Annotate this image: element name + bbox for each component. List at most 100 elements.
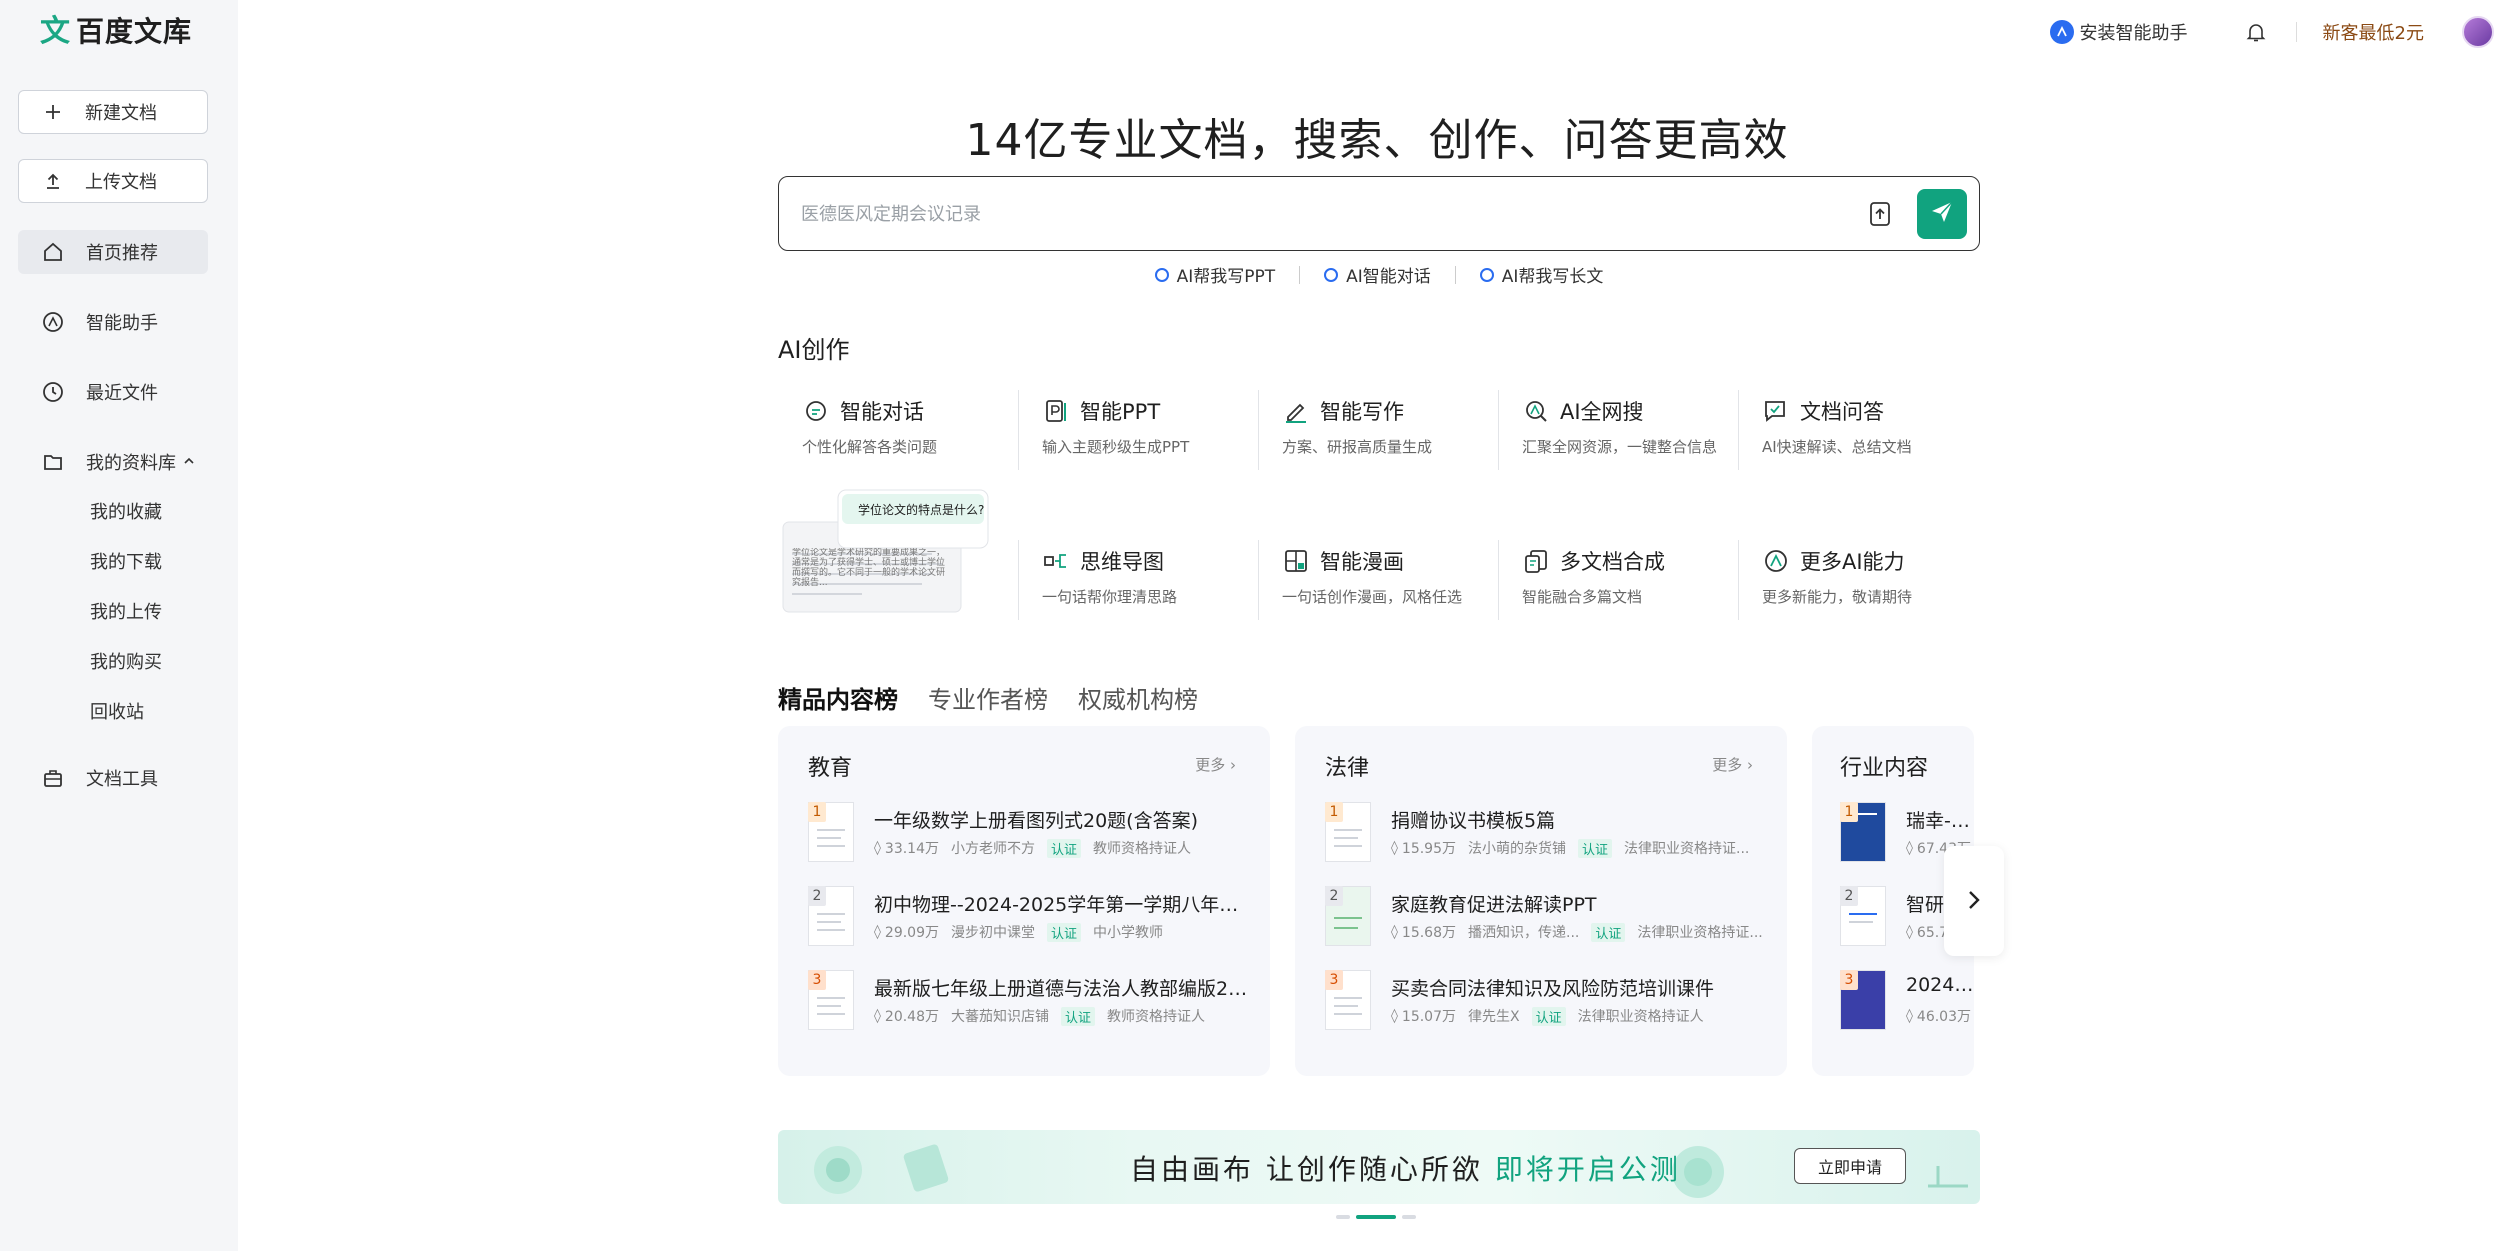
quick-link-chat[interactable]: AI智能对话 <box>1300 262 1455 287</box>
cert-badge: 认证 <box>1047 922 1082 942</box>
ai-chat-preview[interactable]: 学位论文的特点是什么? 学位论文是学术研究的重要成果之一，通常是为了获得学士、硕… <box>782 484 992 614</box>
ai-card-chat[interactable]: 智能对话 个性化解答各类问题 <box>778 384 1002 480</box>
list-item[interactable]: 2 初中物理--2024-2025学年第一学期八年级... ◊ 29.09万 漫… <box>808 886 1254 958</box>
ai-card-desc: 更多新能力，敬请期待 <box>1762 588 1913 606</box>
carousel-dot[interactable] <box>1402 1215 1416 1219</box>
nav-item-home[interactable]: 首页推荐 <box>18 230 208 274</box>
list-item[interactable]: 3 买卖合同法律知识及风险防范培训课件 ◊ 15.07万 律先生X 认证 法律职… <box>1325 970 1765 1042</box>
cert-badge: 认证 <box>1591 922 1626 942</box>
doc-meta: ◊ 15.95万 法小萌的杂货铺 认证 法律职业资格持证... <box>1391 838 1749 858</box>
list-item[interactable]: 2 家庭教育促进法解读PPT ◊ 15.68万 播洒知识，传递... 认证 法律… <box>1325 886 1765 958</box>
library-item-trash[interactable]: 回收站 <box>90 698 144 728</box>
views-icon: ◊ <box>874 924 881 940</box>
install-assistant-link[interactable]: 安装智能助手 <box>2049 19 2188 45</box>
library-item-purchases[interactable]: 我的购买 <box>90 648 162 678</box>
views-icon: ◊ <box>874 1008 881 1024</box>
library-item-uploads[interactable]: 我的上传 <box>90 598 162 628</box>
doc-title: 2024-2025 <box>1906 974 1974 996</box>
list-item[interactable]: 1 捐赠协议书模板5篇 ◊ 15.95万 法小萌的杂货铺 认证 法律职业资格持证… <box>1325 802 1765 874</box>
send-button[interactable] <box>1917 189 1967 239</box>
apply-now-button[interactable]: 立即申请 <box>1794 1148 1906 1184</box>
list-item[interactable]: 3 2024-2025 ◊ 46.03万 <box>1840 970 1974 1042</box>
ai-card-writing[interactable]: 智能写作 方案、研报高质量生成 <box>1258 384 1482 480</box>
doc-author: 小方老师不方 <box>951 841 1036 857</box>
ai-card-ppt[interactable]: 智能PPT 输入主题秒级生成PPT <box>1018 384 1242 480</box>
nav-item-assistant[interactable]: 智能助手 <box>18 300 208 344</box>
author-credential: 法律职业资格持证... <box>1637 925 1763 941</box>
views-icon: ◊ <box>1391 840 1398 856</box>
more-link[interactable]: 更多 › <box>1195 754 1236 775</box>
ai-card-desc: 个性化解答各类问题 <box>802 438 938 456</box>
file-upload-icon[interactable] <box>1865 199 1895 229</box>
ai-card-websearch[interactable]: AI全网搜 汇聚全网资源，一键整合信息 <box>1498 384 1722 480</box>
ranking-tabs: 精品内容榜 专业作者榜 权威机构榜 <box>778 680 1198 715</box>
list-item[interactable]: 1 一年级数学上册看图列式20题(含答案) ◊ 33.14万 小方老师不方 认证… <box>808 802 1248 874</box>
nav-label-home: 首页推荐 <box>86 243 158 264</box>
topbar: 安装智能助手 新客最低2元 <box>2049 14 2516 50</box>
ai-card-multidoc[interactable]: 多文档合成 智能融合多篇文档 <box>1498 534 1722 630</box>
more-link[interactable]: 更多 › <box>1712 754 1753 775</box>
tab-pro-authors[interactable]: 专业作者榜 <box>928 680 1048 715</box>
ai-card-desc: 智能融合多篇文档 <box>1522 588 1643 606</box>
nav-label-assistant: 智能助手 <box>86 313 158 334</box>
quick-link-longtext[interactable]: AI帮我写长文 <box>1456 262 1628 287</box>
ai-card-name: 智能写作 <box>1320 400 1404 424</box>
carousel-next-button[interactable] <box>1944 846 2004 956</box>
library-item-downloads[interactable]: 我的下载 <box>90 548 162 578</box>
nav-label-library: 我的资料库 <box>86 453 176 474</box>
cert-badge: 认证 <box>1578 838 1613 858</box>
tab-authority-orgs[interactable]: 权威机构榜 <box>1078 680 1198 715</box>
preview-question: 学位论文的特点是什么? <box>858 503 985 517</box>
rank-card-title: 行业内容 <box>1840 756 1929 781</box>
rank-card-title: 教育 <box>808 756 853 781</box>
nav-item-recent[interactable]: 最近文件 <box>18 370 208 414</box>
ai-card-more-ai[interactable]: 更多AI能力 更多新能力，敬请期待 <box>1738 534 1962 630</box>
install-label: 安装智能助手 <box>2079 23 2188 44</box>
doc-title: 买卖合同法律知识及风险防范培训课件 <box>1391 978 1715 1000</box>
chevron-up-icon[interactable] <box>182 452 196 473</box>
ai-card-comic[interactable]: 智能漫画 一句话创作漫画，风格任选 <box>1258 534 1482 630</box>
cert-badge: 认证 <box>1061 1006 1096 1026</box>
rank-badge: 3 <box>1840 970 1858 990</box>
quick-link-ppt[interactable]: AI帮我写PPT <box>1131 262 1300 287</box>
ai-card-name: 多文档合成 <box>1560 550 1665 574</box>
send-icon <box>1929 199 1955 229</box>
bell-icon[interactable] <box>2244 20 2268 44</box>
search-box <box>778 176 1980 251</box>
doc-title: 最新版七年级上册道德与法治人教部编版202... <box>874 978 1254 1000</box>
author-credential: 中小学教师 <box>1093 925 1164 941</box>
carousel-dot-active[interactable] <box>1356 1215 1396 1219</box>
new-user-promo[interactable]: 新客最低2元 <box>2323 19 2424 45</box>
rank-badge: 3 <box>1325 970 1343 990</box>
multi-doc-icon <box>1522 547 1550 575</box>
cert-badge: 认证 <box>1047 838 1082 858</box>
doc-meta: ◊ 15.07万 律先生X 认证 法律职业资格持证人 <box>1391 1006 1704 1026</box>
ai-card-mindmap[interactable]: 思维导图 一句话帮你理清思路 <box>1018 534 1242 630</box>
avatar[interactable] <box>2462 16 2494 48</box>
nav-item-tools[interactable]: 文档工具 <box>18 756 208 800</box>
ai-card-doc-qa[interactable]: 文档问答 AI快速解读、总结文档 <box>1738 384 1962 480</box>
tab-featured-content[interactable]: 精品内容榜 <box>778 680 898 715</box>
nav-item-library[interactable]: 我的资料库 <box>18 440 208 484</box>
library-item-favorites[interactable]: 我的收藏 <box>90 498 162 528</box>
ai-card-name: 智能漫画 <box>1320 550 1404 574</box>
brand-logo[interactable]: 文 百度文库 <box>40 14 192 50</box>
ai-card-name: AI全网搜 <box>1560 400 1644 424</box>
sidebar: 文 百度文库 新建文档 上传文档 首页推荐 智能助手 最近文件 我的资料库 我的… <box>0 0 238 1251</box>
quick-link-label: AI智能对话 <box>1346 267 1431 287</box>
promo-banner[interactable]: 自由画布 让创作随心所欲 即将开启公测 立即申请 <box>778 1130 1980 1204</box>
carousel-dot[interactable] <box>1336 1215 1350 1219</box>
author-credential: 法律职业资格持证... <box>1624 841 1750 857</box>
doc-title: 瑞幸-咖啡 <box>1906 810 1974 832</box>
ai-card-desc: 汇聚全网资源，一键整合信息 <box>1522 438 1718 456</box>
search-input[interactable] <box>801 195 1801 233</box>
page-title: 14亿专业文档，搜索、创作、问答更高效 <box>965 115 1789 166</box>
views-icon: ◊ <box>1391 1008 1398 1024</box>
rank-badge: 1 <box>1840 802 1858 822</box>
doc-views: 29.09万 <box>884 925 940 941</box>
author-credential: 教师资格持证人 <box>1107 1009 1206 1025</box>
ai-card-name: 更多AI能力 <box>1800 550 1905 574</box>
ai-card-name: 思维导图 <box>1080 550 1164 574</box>
views-icon: ◊ <box>1906 1008 1913 1024</box>
list-item[interactable]: 3 最新版七年级上册道德与法治人教部编版202... ◊ 20.48万 大蕃茄知… <box>808 970 1254 1042</box>
